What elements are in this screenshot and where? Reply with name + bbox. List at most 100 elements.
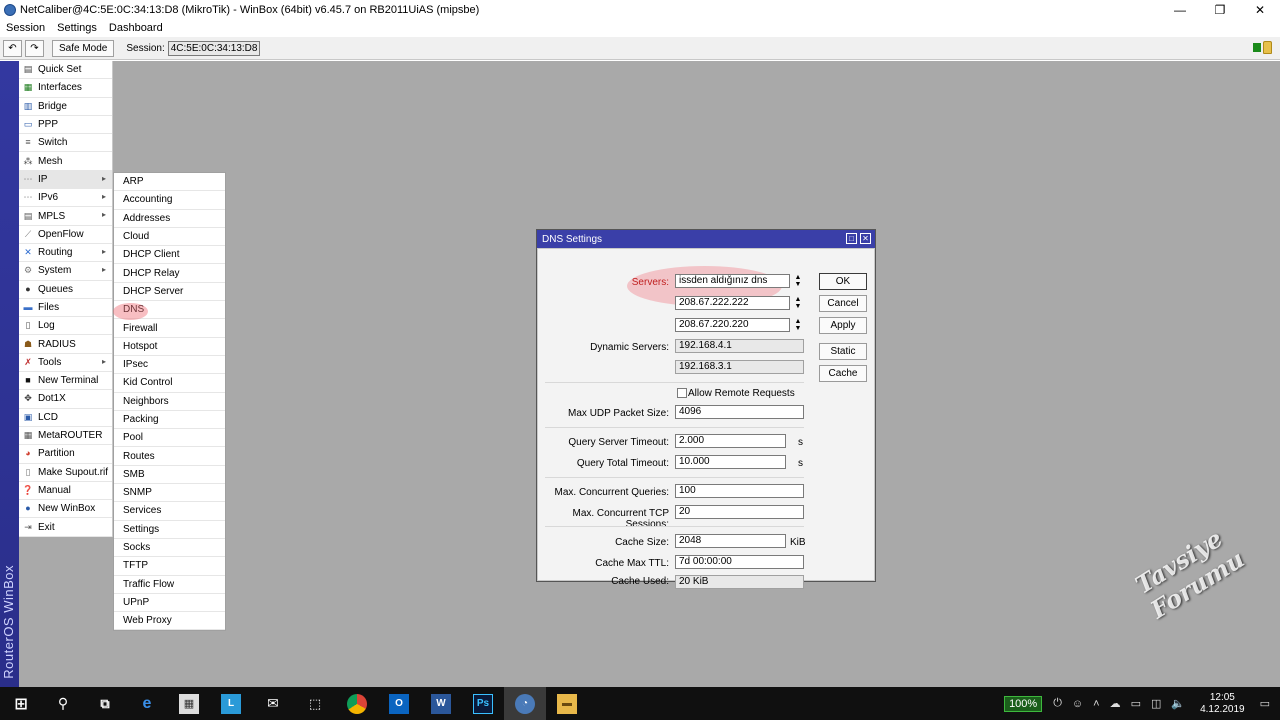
sidebar-item-queues[interactable]: ● Queues — [19, 281, 112, 299]
start-button[interactable]: ⊞ — [0, 687, 42, 720]
sidebar-item-ipv6[interactable]: ⋯ IPv6 ▸ — [19, 189, 112, 208]
sidebar-item-files[interactable]: ▬ Files — [19, 299, 112, 318]
sidebar-item-exit[interactable]: ⇥ Exit — [19, 518, 112, 537]
submenu-item-dhcp-relay[interactable]: DHCP Relay — [114, 264, 225, 283]
submenu-item-cloud[interactable]: Cloud — [114, 228, 225, 247]
onedrive-icon[interactable]: ☁ — [1110, 697, 1121, 710]
sidebar-item-ppp[interactable]: ▭ PPP — [19, 116, 112, 135]
submenu-item-settings[interactable]: Settings — [114, 521, 225, 539]
updown-arrows-icon[interactable]: ▲ ▼ — [794, 274, 802, 288]
volume-icon[interactable]: 🔈 — [1171, 697, 1185, 710]
cache-max-ttl-field[interactable]: 7d 00:00:00 — [675, 555, 804, 569]
battery-indicator[interactable]: 100% — [1004, 695, 1043, 712]
max-concurrent-queries-field[interactable]: 100 — [675, 484, 804, 498]
submenu-item-services[interactable]: Services — [114, 502, 225, 521]
clock[interactable]: 12:05 4.12.2019 — [1200, 692, 1245, 716]
search-button[interactable]: ⚲ — [42, 687, 84, 720]
task-view-button[interactable]: ⧉ — [84, 687, 126, 720]
allow-remote-requests-checkbox[interactable] — [677, 388, 687, 398]
submenu-item-dhcp-client[interactable]: DHCP Client — [114, 246, 225, 265]
close-button[interactable]: ✕ — [1240, 0, 1280, 19]
sidebar-item-make-supout[interactable]: ▯ Make Supout.rif — [19, 464, 112, 482]
sidebar-item-ip[interactable]: ⋯ IP ▸ — [19, 170, 112, 190]
submenu-item-snmp[interactable]: SNMP — [114, 484, 225, 503]
sidebar-item-switch[interactable]: ≡ Switch — [19, 134, 112, 153]
submenu-item-addresses[interactable]: Addresses — [114, 210, 225, 228]
sidebar-item-log[interactable]: ▯ Log — [19, 317, 112, 336]
submenu-item-firewall[interactable]: Firewall — [114, 319, 225, 338]
submenu-item-tftp[interactable]: TFTP — [114, 557, 225, 576]
taskbar-edge[interactable]: e — [126, 687, 168, 720]
submenu-item-socks[interactable]: Socks — [114, 539, 225, 558]
taskbar-app[interactable]: ⬚ — [294, 687, 336, 720]
server-field-2[interactable]: 208.67.222.222 — [675, 296, 790, 310]
sidebar-item-new-winbox[interactable]: ● New WinBox — [19, 500, 112, 519]
sidebar-item-dot1x[interactable]: ✥ Dot1X — [19, 390, 112, 409]
apply-button[interactable]: Apply — [819, 317, 867, 334]
submenu-item-arp[interactable]: ARP — [114, 173, 225, 192]
sidebar-item-mesh[interactable]: ⁂ Mesh — [19, 152, 112, 171]
ok-button[interactable]: OK — [819, 273, 867, 290]
submenu-item-neighbors[interactable]: Neighbors — [114, 393, 225, 411]
sidebar-item-radius[interactable]: ☗ RADIUS — [19, 335, 112, 354]
minimize-button[interactable]: — — [1160, 0, 1200, 19]
static-button[interactable]: Static — [819, 343, 867, 360]
taskbar-winbox[interactable]: ◔ — [504, 687, 546, 720]
sidebar-item-partition[interactable]: ◕ Partition — [19, 445, 112, 464]
submenu-item-upnp[interactable]: UPnP — [114, 594, 225, 613]
sidebar-item-routing[interactable]: ✕ Routing ▸ — [19, 244, 112, 263]
tray-expand-icon[interactable]: ˄ — [1093, 698, 1099, 710]
submenu-item-dhcp-server[interactable]: DHCP Server — [114, 283, 225, 302]
sidebar-item-tools[interactable]: ✗ Tools ▸ — [19, 354, 112, 373]
query-total-timeout-field[interactable]: 10.000 — [675, 455, 786, 469]
sidebar-item-interfaces[interactable]: ▦ Interfaces — [19, 79, 112, 98]
submenu-item-routes[interactable]: Routes — [114, 447, 225, 466]
taskbar-explorer[interactable]: ▬ — [546, 687, 588, 720]
server-field-3[interactable]: 208.67.220.220 — [675, 318, 790, 332]
cache-size-field[interactable]: 2048 — [675, 534, 786, 548]
taskbar-outlook[interactable]: O — [378, 687, 420, 720]
undo-button[interactable]: ↶ — [3, 39, 22, 57]
query-server-timeout-field[interactable]: 2.000 — [675, 434, 786, 448]
submenu-item-hotspot[interactable]: Hotspot — [114, 338, 225, 356]
menu-dashboard[interactable]: Dashboard — [103, 22, 169, 34]
sidebar-item-bridge[interactable]: ▥ Bridge — [19, 98, 112, 116]
sidebar-item-openflow[interactable]: ⟋ OpenFlow — [19, 226, 112, 244]
menu-settings[interactable]: Settings — [51, 22, 103, 34]
submenu-item-pool[interactable]: Pool — [114, 429, 225, 448]
max-udp-field[interactable]: 4096 — [675, 405, 804, 419]
taskbar-store[interactable]: ▦ — [168, 687, 210, 720]
taskbar-launcher[interactable]: L — [210, 687, 252, 720]
submenu-item-packing[interactable]: Packing — [114, 411, 225, 430]
sidebar-item-manual[interactable]: ❓ Manual — [19, 482, 112, 501]
network-icon[interactable]: ◫ — [1151, 697, 1161, 710]
dns-restore-button[interactable]: □ — [846, 233, 857, 244]
max-concurrent-tcp-field[interactable]: 20 — [675, 505, 804, 519]
menu-session[interactable]: Session — [0, 22, 51, 34]
notifications-icon[interactable]: ▭ — [1260, 697, 1270, 710]
submenu-item-ipsec[interactable]: IPsec — [114, 356, 225, 375]
redo-button[interactable]: ↷ — [25, 39, 44, 57]
people-icon[interactable]: ☺ — [1072, 698, 1083, 710]
updown-arrows-icon[interactable]: ▲ ▼ — [794, 318, 802, 332]
sidebar-item-quick-set[interactable]: ▤ Quick Set — [19, 61, 112, 80]
dns-close-button[interactable]: ✕ — [860, 233, 871, 244]
battery-icon[interactable]: ▭ — [1131, 697, 1141, 710]
maximize-button[interactable]: ❐ — [1200, 0, 1240, 19]
updown-arrows-icon[interactable]: ▲ ▼ — [794, 296, 802, 310]
sidebar-item-new-terminal[interactable]: ■ New Terminal — [19, 372, 112, 391]
submenu-item-traffic-flow[interactable]: Traffic Flow — [114, 576, 225, 594]
sidebar-item-metarouter[interactable]: ▦ MetaROUTER — [19, 427, 112, 446]
taskbar-mail[interactable]: ✉ — [252, 687, 294, 720]
taskbar-chrome[interactable] — [336, 687, 378, 720]
safe-mode-button[interactable]: Safe Mode — [52, 39, 115, 57]
sidebar-item-mpls[interactable]: ▤ MPLS ▸ — [19, 207, 112, 226]
power-plug-icon[interactable]: ⏻ — [1053, 697, 1062, 710]
submenu-item-kid-control[interactable]: Kid Control — [114, 374, 225, 393]
cancel-button[interactable]: Cancel — [819, 295, 867, 312]
server-field-1[interactable]: issden aldığınız dns — [675, 274, 790, 288]
sidebar-item-system[interactable]: ⚙ System ▸ — [19, 262, 112, 281]
submenu-item-accounting[interactable]: Accounting — [114, 191, 225, 210]
sidebar-item-lcd[interactable]: ▣ LCD — [19, 409, 112, 427]
taskbar-photoshop[interactable]: Ps — [462, 687, 504, 720]
